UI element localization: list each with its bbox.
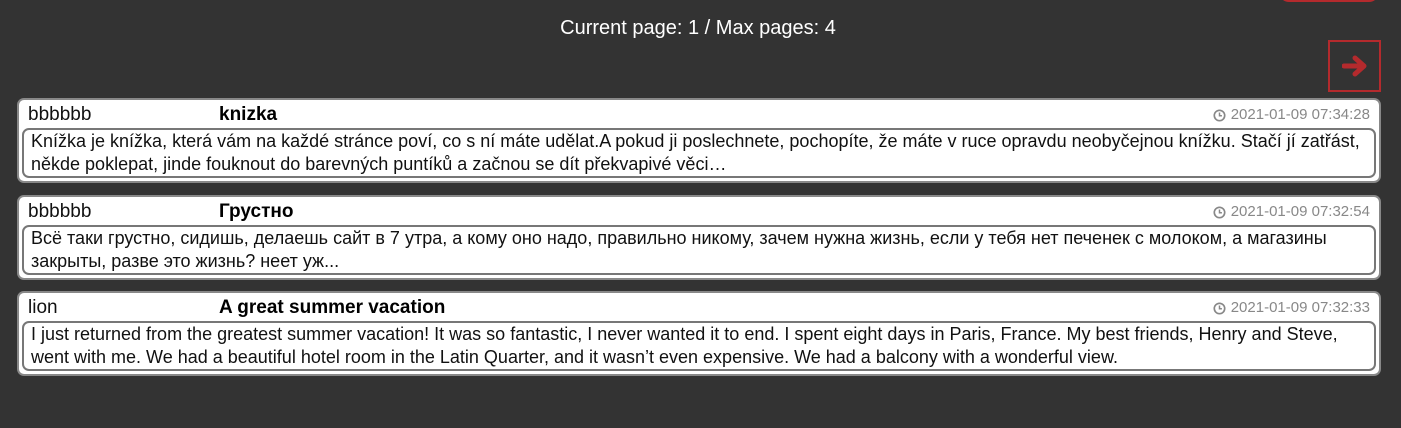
post-body: I just returned from the greatest summer… — [22, 321, 1376, 371]
clock-icon — [1213, 301, 1226, 315]
post-title: Грустно — [219, 201, 294, 222]
clock-icon — [1213, 205, 1226, 219]
page-indicator: Current page: 1 / Max pages: 4 — [560, 17, 836, 39]
post-card: lion A great summer vacation 2021-01-09 … — [17, 291, 1381, 376]
arrow-right-icon — [1341, 55, 1368, 77]
post-body: Всё таки грустно, сидишь, делаешь сайт в… — [22, 225, 1376, 275]
post-timestamp: 2021-01-09 07:32:33 — [1213, 299, 1370, 317]
post-title: A great summer vacation — [219, 297, 446, 318]
clock-icon — [1213, 108, 1226, 122]
post-timestamp-text: 2021-01-09 07:34:28 — [1230, 106, 1370, 123]
post-card: bbbbbb knizka 2021-01-09 07:34:28 Knížka… — [17, 98, 1381, 183]
post-timestamp-text: 2021-01-09 07:32:54 — [1230, 203, 1370, 220]
post-timestamp: 2021-01-09 07:32:54 — [1213, 203, 1370, 221]
post-body: Knížka je knížka, která vám na každé str… — [22, 128, 1376, 178]
post-header: lion A great summer vacation 2021-01-09 … — [19, 293, 1379, 321]
post-timestamp-text: 2021-01-09 07:32:33 — [1230, 299, 1370, 316]
post-header: bbbbbb Грустно 2021-01-09 07:32:54 — [19, 197, 1379, 225]
post-title: knizka — [219, 104, 278, 125]
post-author: bbbbbb — [28, 104, 92, 125]
top-button-partial[interactable] — [1279, 0, 1379, 2]
post-author: bbbbbb — [28, 201, 92, 222]
post-author: lion — [28, 297, 58, 318]
post-card: bbbbbb Грустно 2021-01-09 07:32:54 Всё т… — [17, 195, 1381, 280]
post-header: bbbbbb knizka 2021-01-09 07:34:28 — [19, 100, 1379, 128]
post-timestamp: 2021-01-09 07:34:28 — [1213, 106, 1370, 124]
next-page-button[interactable] — [1328, 40, 1381, 92]
